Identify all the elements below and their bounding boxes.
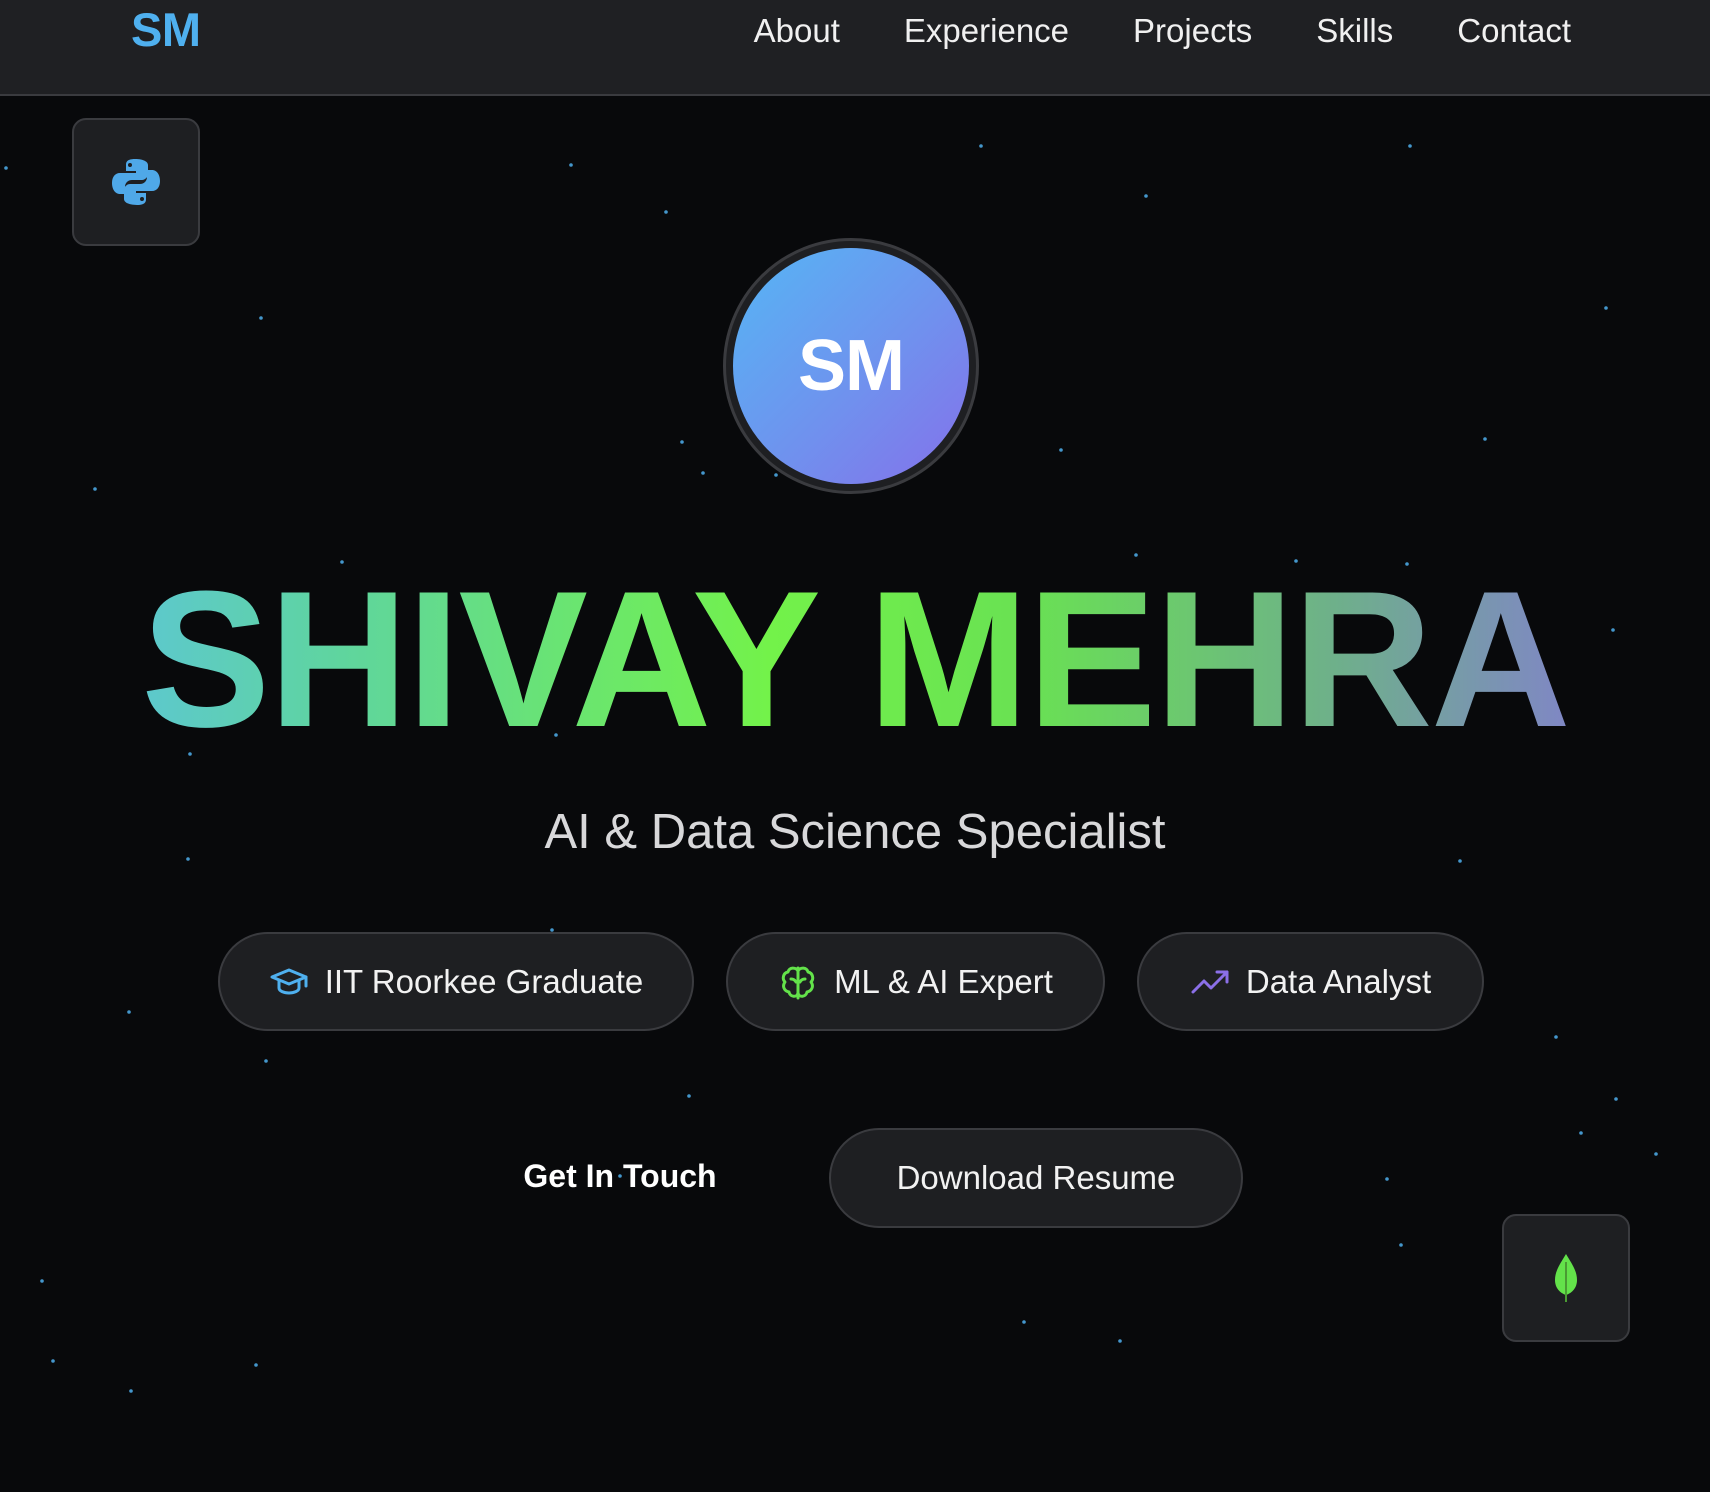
download-resume-button[interactable]: Download Resume xyxy=(829,1128,1243,1228)
badge-iit-roorkee: IIT Roorkee Graduate xyxy=(218,932,694,1031)
top-navbar: SM About Experience Projects Skills Cont… xyxy=(0,0,1710,96)
portfolio-page: SM About Experience Projects Skills Cont… xyxy=(0,0,1710,1492)
python-tile xyxy=(72,118,200,246)
badge-label: ML & AI Expert xyxy=(834,962,1053,1000)
hero-subtitle: AI & Data Science Specialist xyxy=(544,805,1166,859)
mongodb-leaf-icon xyxy=(1555,1254,1577,1302)
avatar-circle: SM xyxy=(733,248,969,484)
nav-skills[interactable]: Skills xyxy=(1316,12,1393,50)
avatar-initials: SM xyxy=(798,326,905,406)
badge-data-analyst: Data Analyst xyxy=(1137,932,1484,1031)
nav-links: About Experience Projects Skills Contact xyxy=(754,12,1571,50)
nav-contact[interactable]: Contact xyxy=(1457,12,1571,50)
nav-about[interactable]: About xyxy=(754,12,840,50)
nav-projects[interactable]: Projects xyxy=(1133,12,1252,50)
badge-label: Data Analyst xyxy=(1245,962,1432,1000)
trending-up-icon xyxy=(1191,970,1229,993)
brain-icon xyxy=(781,966,815,999)
site-logo[interactable]: SM xyxy=(131,2,201,57)
graduation-cap-icon xyxy=(270,968,308,994)
badge-label: IIT Roorkee Graduate xyxy=(324,962,644,1000)
nav-experience[interactable]: Experience xyxy=(904,12,1069,50)
avatar: SM xyxy=(723,238,979,494)
python-icon xyxy=(112,159,160,205)
hero-name: SHIVAY MEHRA xyxy=(0,560,1710,760)
get-in-touch-button[interactable]: Get In Touch xyxy=(500,1158,740,1195)
mongodb-tile xyxy=(1502,1214,1630,1342)
badge-ml-ai: ML & AI Expert xyxy=(726,932,1105,1031)
